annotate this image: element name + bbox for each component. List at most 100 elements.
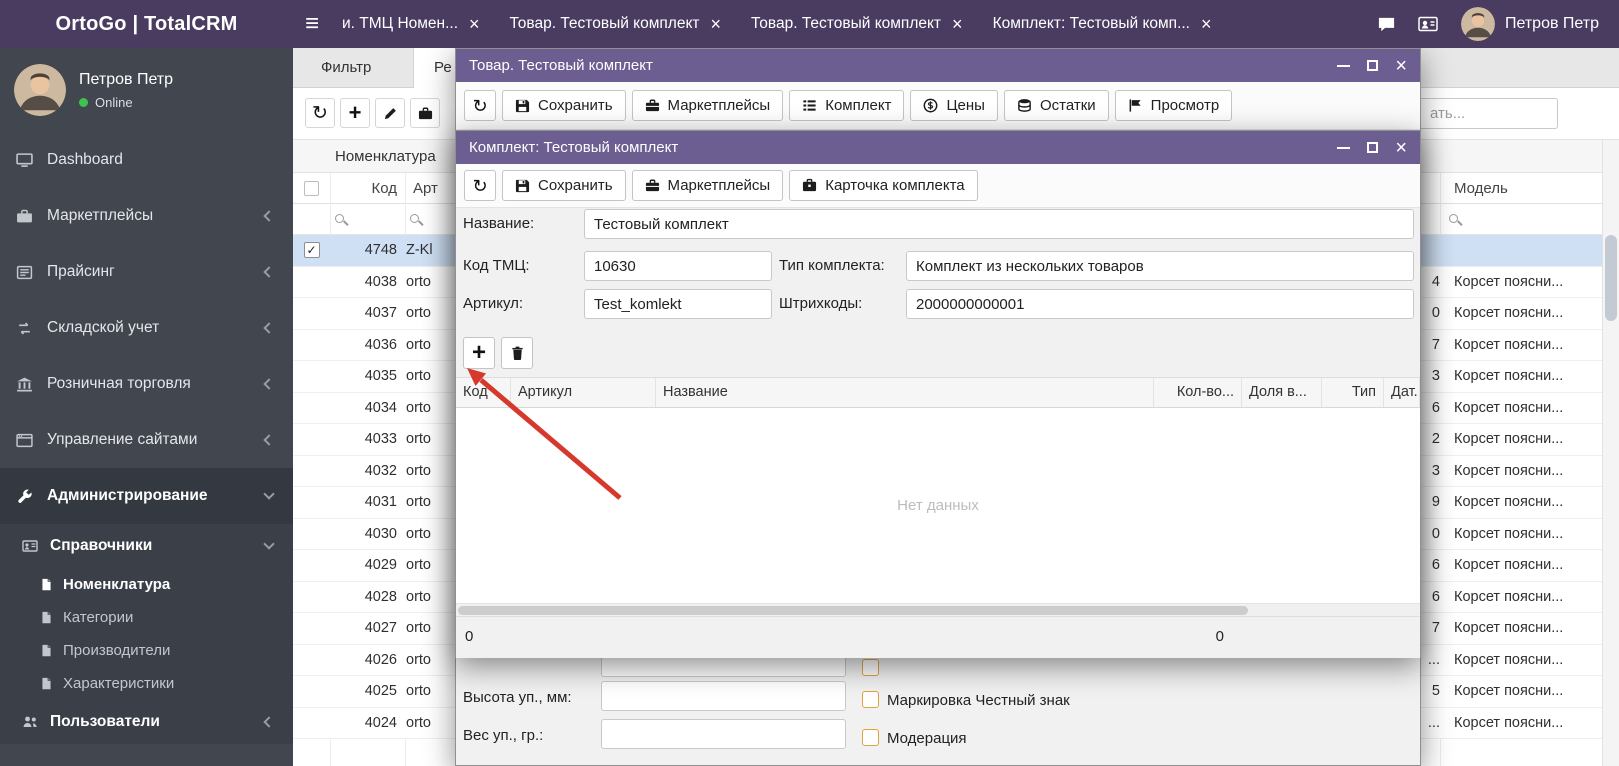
nomenclature-row[interactable]: 4034orto bbox=[293, 393, 463, 425]
nomenclature-row[interactable]: 4032orto bbox=[293, 456, 463, 488]
column-header-article[interactable]: Арт bbox=[413, 173, 438, 204]
nomenclature-row-right[interactable]: 7Корсет поясни... bbox=[1421, 330, 1602, 362]
nomenclature-row[interactable]: 4030orto bbox=[293, 519, 463, 551]
marketplaces-button[interactable]: Маркетплейсы bbox=[632, 90, 784, 121]
kit-button[interactable]: Комплект bbox=[789, 90, 904, 121]
nomenclature-row-right[interactable]: 7Корсет поясни... bbox=[1421, 613, 1602, 645]
height-input[interactable] bbox=[601, 681, 846, 711]
profile-avatar[interactable] bbox=[14, 64, 66, 116]
marketplaces-quick-button[interactable] bbox=[410, 98, 440, 128]
sidebar-item-dashboard[interactable]: Dashboard bbox=[0, 132, 293, 188]
support-card-icon[interactable] bbox=[1418, 14, 1438, 34]
sidebar-item-sites[interactable]: Управление сайтами bbox=[0, 412, 293, 468]
nomenclature-row[interactable]: 4038orto bbox=[293, 267, 463, 299]
row-checkbox[interactable]: ✓ bbox=[304, 242, 320, 258]
add-kit-item-button[interactable]: + bbox=[463, 337, 495, 369]
add-button[interactable]: + bbox=[340, 98, 370, 128]
nomenclature-row-right[interactable]: ...Корсет поясни... bbox=[1421, 645, 1602, 677]
sidebar-item-administration[interactable]: Администрирование bbox=[0, 468, 293, 524]
nomenclature-row-right[interactable]: 3Корсет поясни... bbox=[1421, 456, 1602, 488]
chestny-znak-checkbox[interactable] bbox=[862, 691, 879, 708]
sidebar-group-users[interactable]: Пользователи bbox=[0, 700, 293, 744]
kit-grid-column-header[interactable]: Доля в... bbox=[1242, 378, 1322, 407]
nomenclature-row-right[interactable]: 6Корсет поясни... bbox=[1421, 582, 1602, 614]
tab-filter[interactable]: Фильтр bbox=[301, 48, 391, 88]
nomenclature-row-right[interactable]: 3Корсет поясни... bbox=[1421, 361, 1602, 393]
kit-grid-column-header[interactable]: Дат... bbox=[1384, 378, 1420, 407]
nomenclature-row-right[interactable]: 0Корсет поясни... bbox=[1421, 298, 1602, 330]
checkbox[interactable] bbox=[862, 659, 879, 676]
nomenclature-row[interactable]: 4036orto bbox=[293, 330, 463, 362]
nomenclature-row[interactable]: 4024orto bbox=[293, 708, 463, 740]
refresh-button[interactable]: ↻ bbox=[305, 98, 335, 128]
close-icon[interactable]: × bbox=[1395, 138, 1407, 158]
app-logo[interactable]: OrtoGo | TotalCRM bbox=[0, 13, 293, 36]
nomenclature-row[interactable]: 4037orto bbox=[293, 298, 463, 330]
sidebar-item-manufacturers[interactable]: Производители bbox=[0, 634, 293, 667]
minimize-icon[interactable] bbox=[1337, 65, 1350, 67]
nomenclature-row-right[interactable]: 0Корсет поясни... bbox=[1421, 519, 1602, 551]
kit-grid-column-header[interactable]: Код bbox=[456, 378, 511, 407]
maximize-icon[interactable] bbox=[1367, 60, 1378, 71]
kit-grid-column-header[interactable]: Кол-во... bbox=[1154, 378, 1242, 407]
nomenclature-row-right[interactable]: 2Корсет поясни... bbox=[1421, 424, 1602, 456]
nomenclature-row[interactable]: 4033orto bbox=[293, 424, 463, 456]
search-input[interactable] bbox=[1421, 98, 1558, 129]
sidebar-group-spravochniki[interactable]: Справочники bbox=[0, 524, 293, 568]
moderation-checkbox[interactable] bbox=[862, 729, 879, 746]
tab-close-icon[interactable]: × bbox=[952, 15, 963, 33]
view-button[interactable]: Просмотр bbox=[1115, 90, 1233, 121]
save-button[interactable]: Сохранить bbox=[502, 90, 626, 121]
sidebar-item-warehouse[interactable]: Складской учет bbox=[0, 300, 293, 356]
save-button[interactable]: Сохранить bbox=[502, 170, 626, 201]
kit-grid-column-header[interactable]: Тип bbox=[1322, 378, 1384, 407]
minimize-icon[interactable] bbox=[1337, 147, 1350, 149]
column-header-code[interactable]: Код bbox=[330, 173, 397, 204]
nomenclature-row[interactable]: 4026orto bbox=[293, 645, 463, 677]
nomenclature-row-right[interactable] bbox=[1421, 235, 1602, 267]
sidebar-item-characteristics[interactable]: Характеристики bbox=[0, 667, 293, 700]
doc-tab[interactable]: Комплект: Тестовый комп... × bbox=[978, 0, 1227, 48]
kit-card-button[interactable]: Карточка комплекта bbox=[789, 170, 977, 201]
barcodes-input[interactable] bbox=[906, 289, 1414, 319]
doc-tab[interactable]: Товар. Тестовый комплект × bbox=[736, 0, 978, 48]
nomenclature-row[interactable]: 4027orto bbox=[293, 613, 463, 645]
kit-type-input[interactable] bbox=[906, 251, 1414, 281]
sidebar-item-nomenclature[interactable]: Номенклатура bbox=[0, 568, 293, 601]
kit-grid-column-header[interactable]: Артикул bbox=[511, 378, 656, 407]
scrollbar-thumb[interactable] bbox=[1605, 235, 1617, 321]
product-window-titlebar[interactable]: Товар. Тестовый комплект × bbox=[456, 49, 1420, 82]
close-icon[interactable]: × bbox=[1395, 56, 1407, 76]
scrollbar-thumb[interactable] bbox=[458, 606, 1248, 615]
refresh-button[interactable]: ↻ bbox=[464, 90, 496, 121]
nomenclature-row-right[interactable]: 6Корсет поясни... bbox=[1421, 393, 1602, 425]
nomenclature-row[interactable]: ✓4748Z-Kl bbox=[293, 235, 463, 267]
name-input[interactable] bbox=[584, 209, 1414, 239]
weight-input[interactable] bbox=[601, 719, 846, 749]
doc-tab[interactable]: и. ТМЦ Номен... × bbox=[327, 0, 495, 48]
nomenclature-row[interactable]: 4028orto bbox=[293, 582, 463, 614]
search-icon[interactable] bbox=[410, 214, 419, 223]
refresh-button[interactable]: ↻ bbox=[464, 170, 496, 201]
search-icon[interactable] bbox=[1449, 214, 1458, 223]
kit-grid-column-header[interactable]: Название bbox=[656, 378, 1154, 407]
column-header-model[interactable]: Модель bbox=[1454, 173, 1508, 204]
tmc-code-input[interactable] bbox=[584, 251, 772, 281]
nomenclature-row-right[interactable]: 5Корсет поясни... bbox=[1421, 676, 1602, 708]
menu-icon[interactable]: ≡ bbox=[305, 12, 319, 36]
nomenclature-row[interactable]: 4031orto bbox=[293, 487, 463, 519]
kit-window-titlebar[interactable]: Комплект: Тестовый комплект × bbox=[456, 131, 1420, 164]
sidebar-item-pricing[interactable]: Прайсинг bbox=[0, 244, 293, 300]
nomenclature-row-right[interactable]: 4Корсет поясни... bbox=[1421, 267, 1602, 299]
search-icon[interactable] bbox=[335, 214, 344, 223]
marketplaces-button[interactable]: Маркетплейсы bbox=[632, 170, 784, 201]
prices-button[interactable]: Цены bbox=[910, 90, 998, 121]
article-input[interactable] bbox=[584, 289, 772, 319]
tab-close-icon[interactable]: × bbox=[711, 15, 722, 33]
vertical-scrollbar[interactable] bbox=[1602, 140, 1619, 766]
nomenclature-row[interactable]: 4035orto bbox=[293, 361, 463, 393]
chat-icon[interactable] bbox=[1377, 15, 1396, 34]
tab-close-icon[interactable]: × bbox=[469, 15, 480, 33]
nomenclature-row[interactable]: 4029orto bbox=[293, 550, 463, 582]
sidebar-item-marketplaces[interactable]: Маркетплейсы bbox=[0, 188, 293, 244]
